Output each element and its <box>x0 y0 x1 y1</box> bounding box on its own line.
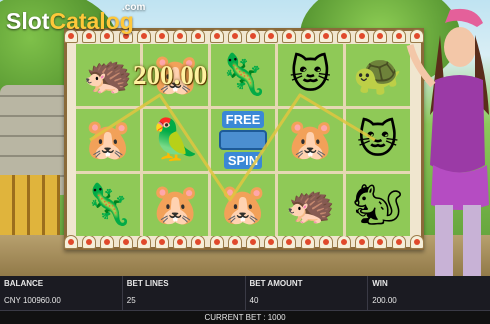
bet-amount-value: 40 <box>249 296 259 305</box>
bet-lines-value: 25 <box>126 296 136 305</box>
status-bar: BALANCE CNY 100960.00 BET LINES 25 BET A… <box>0 276 490 324</box>
payline <box>89 93 376 202</box>
game-scene: 🦔 🐹 🦎 🐱 🐢 🐹 🦜 FREE SPIN 🐹 🐱 🦎 🐹 🐹 🦔 🐿 20… <box>0 0 490 276</box>
win-panel: WIN 200.00 <box>368 276 490 310</box>
bet-lines-label: BET LINES <box>126 279 169 288</box>
status-row: BALANCE CNY 100960.00 BET LINES 25 BET A… <box>0 276 490 310</box>
bet-amount-panel[interactable]: BET AMOUNT 40 <box>246 276 369 310</box>
logo-com: .com <box>122 2 146 13</box>
win-label: WIN <box>372 279 388 288</box>
current-bet: CURRENT BET : 1000 <box>0 310 490 324</box>
balance-panel: BALANCE CNY 100960.00 <box>0 276 123 310</box>
nurse-character <box>406 8 489 276</box>
logo-prefix: Slot <box>6 8 50 34</box>
win-value: 200.00 <box>372 296 397 305</box>
win-amount: 200.00 <box>133 60 208 90</box>
bet-lines-panel[interactable]: BET LINES 25 <box>123 276 246 310</box>
balance-label: BALANCE <box>4 279 44 288</box>
bet-amount-label: BET AMOUNT <box>249 279 303 288</box>
site-logo: SlotCatalog .com <box>6 2 145 35</box>
balance-value: CNY 100960.00 <box>4 296 61 305</box>
